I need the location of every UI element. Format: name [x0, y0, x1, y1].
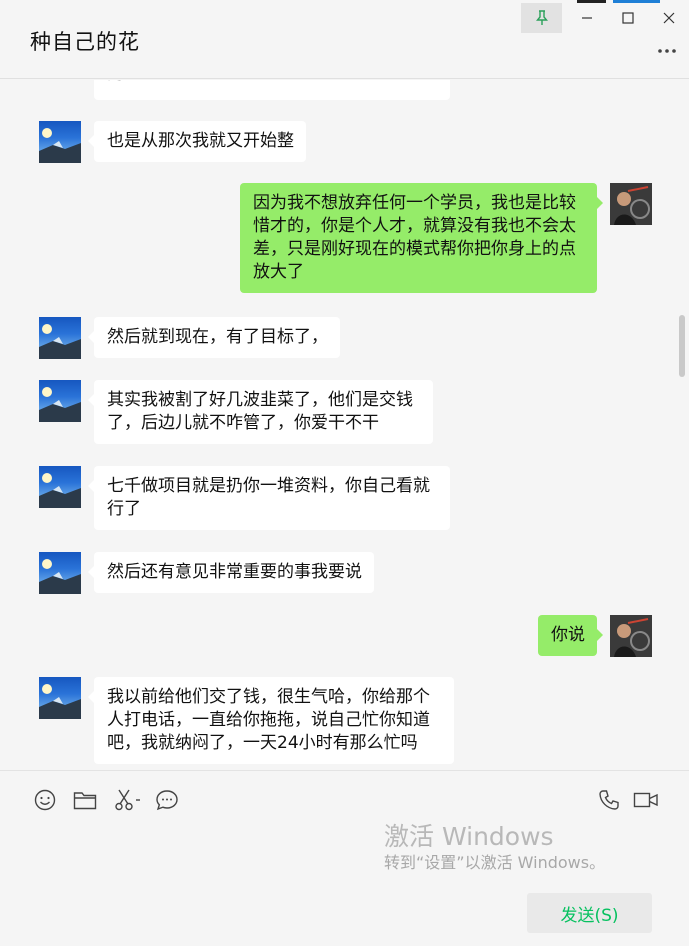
more-dots-icon: [658, 49, 676, 53]
message-bubble-incoming[interactable]: 然后还有意见非常重要的事我要说: [88, 552, 374, 593]
input-area[interactable]: 激活 Windows 转到“设置”以激活 Windows。 发送(S): [0, 770, 689, 946]
chat-history-button[interactable]: [154, 787, 180, 813]
contact-avatar[interactable]: [39, 466, 81, 508]
avatar-landscape-icon: [39, 559, 81, 594]
emoji-icon: [34, 789, 56, 811]
maximize-button[interactable]: [607, 3, 648, 33]
message-bubble-incoming[interactable]: 的: [94, 80, 450, 100]
message-bubble-incoming[interactable]: 其实我被割了好几波韭菜了，他们是交钱了，后边儿就不咋管了，你爱干不干: [88, 380, 433, 444]
contact-avatar[interactable]: [39, 317, 81, 359]
message-bubble-incoming[interactable]: 七千做项目就是扔你一堆资料，你自己看就行了: [88, 466, 450, 530]
message-bubble-outgoing[interactable]: 因为我不想放弃任何一个学员，我也是比较惜才的，你是个人才，就算没有我也不会太差，…: [240, 183, 603, 293]
message-list[interactable]: 的 也是从那次我就又开始整 因为我不想放弃任何一个学员，我也是比较惜才的，你是个…: [0, 80, 689, 770]
avatar-landscape-icon: [39, 473, 81, 508]
contact-avatar[interactable]: [39, 552, 81, 594]
video-call-button[interactable]: [632, 787, 660, 813]
minimize-button[interactable]: [566, 3, 607, 33]
scissors-icon: [115, 789, 140, 811]
message-bubble-outgoing[interactable]: 你说: [538, 615, 603, 656]
emoji-button[interactable]: [32, 787, 58, 813]
video-icon: [633, 792, 658, 808]
title-bar: 种自己的花: [0, 0, 689, 79]
my-avatar[interactable]: [610, 183, 652, 225]
pin-icon: [535, 10, 548, 25]
message-scrollbar[interactable]: [679, 315, 685, 377]
avatar-person-icon: [610, 615, 652, 657]
more-options-button[interactable]: [656, 40, 680, 56]
activation-watermark-title: 激活 Windows: [384, 822, 554, 851]
phone-icon: [599, 790, 619, 810]
activation-watermark-subtitle: 转到“设置”以激活 Windows。: [384, 853, 606, 872]
send-button[interactable]: 发送(S): [527, 893, 652, 933]
close-icon: [663, 12, 674, 24]
maximize-icon: [621, 12, 634, 24]
close-button[interactable]: [648, 3, 689, 33]
message-bubble-incoming[interactable]: 我以前给他们交了钱，很生气哈，你给那个人打电话，一直给你拖拖，说自己忙你知道吧，…: [88, 677, 454, 764]
window-controls: [521, 3, 689, 33]
my-avatar[interactable]: [610, 615, 652, 657]
contact-avatar[interactable]: [39, 121, 81, 163]
minimize-icon: [581, 17, 592, 19]
message-bubble-incoming[interactable]: 也是从那次我就又开始整: [88, 121, 306, 162]
avatar-person-icon: [610, 183, 652, 225]
chat-bubble-icon: [156, 790, 178, 811]
avatar-landscape-icon: [39, 387, 81, 422]
pin-button[interactable]: [521, 3, 562, 33]
avatar-landscape-icon: [39, 684, 81, 719]
contact-avatar[interactable]: [39, 380, 81, 422]
voice-call-button[interactable]: [596, 787, 622, 813]
contact-avatar[interactable]: [39, 677, 81, 719]
message-bubble-incoming[interactable]: 然后就到现在，有了目标了，: [88, 317, 340, 358]
file-button[interactable]: [72, 787, 98, 813]
screenshot-button[interactable]: [112, 787, 144, 813]
avatar-landscape-icon: [39, 128, 81, 163]
avatar-landscape-icon: [39, 324, 81, 359]
folder-icon: [73, 792, 97, 810]
chat-title: 种自己的花: [30, 30, 140, 54]
